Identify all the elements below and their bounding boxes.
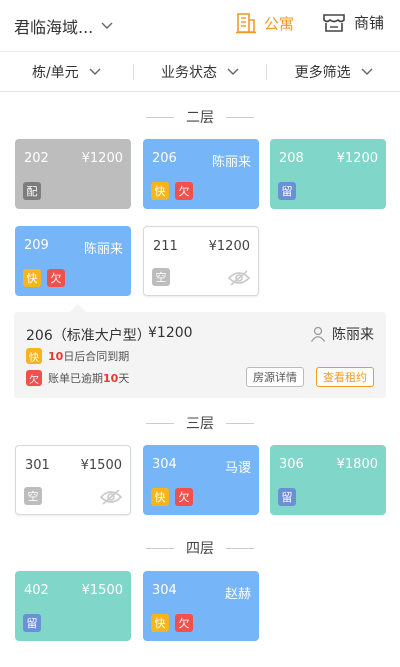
tag-vacant: 空 xyxy=(24,487,42,505)
divider xyxy=(226,547,254,549)
overdue-suffix: 天 xyxy=(118,372,130,385)
room-tenant: 赵赫 xyxy=(224,587,251,602)
room-price: ¥1200 xyxy=(208,239,250,254)
floor-heading: 四层 xyxy=(0,538,400,558)
building-icon xyxy=(236,13,256,34)
tag-reserved: 留 xyxy=(23,614,41,632)
room-tenant: 陈丽来 xyxy=(83,242,123,257)
divider xyxy=(146,116,174,118)
overdue-days: 10 xyxy=(103,371,119,385)
room-number: 206 xyxy=(152,151,177,166)
expire-days: 10 xyxy=(48,349,64,363)
room-number: 211 xyxy=(153,239,178,254)
detail-price: ¥1200 xyxy=(148,325,193,341)
room-number: 301 xyxy=(25,458,50,473)
filter-building[interactable]: 栋/单元 xyxy=(0,62,133,82)
room-card-301[interactable]: 301 ¥1500 空 xyxy=(15,445,131,515)
chevron-down-icon xyxy=(227,68,239,75)
divider xyxy=(226,116,254,118)
room-card-211[interactable]: 211 ¥1200 空 xyxy=(143,226,259,296)
filter-bar: 栋/单元 业务状态 更多筛选 xyxy=(0,52,400,92)
room-price: ¥1200 xyxy=(336,151,378,166)
project-name: 君临海域... xyxy=(14,18,94,37)
detail-room-type: 206（标准大户型） xyxy=(26,328,151,344)
tag-expiring: 快 xyxy=(151,182,169,200)
filter-more[interactable]: 更多筛选 xyxy=(267,62,400,82)
room-card-402[interactable]: 402 ¥1500 留 xyxy=(15,571,131,641)
detail-expire-line: 快 10 日后合同到期 xyxy=(26,348,129,364)
tab-apartment-label: 公寓 xyxy=(264,14,295,33)
project-selector[interactable]: 君临海域... xyxy=(14,14,113,38)
room-card-206[interactable]: 206 陈丽来 快 欠 xyxy=(143,139,259,209)
tag-expiring: 快 xyxy=(26,348,42,364)
tag-expiring: 快 xyxy=(151,488,169,506)
floor-title: 二层 xyxy=(186,110,214,126)
room-card-304[interactable]: 304 马谡 快 欠 xyxy=(143,445,259,515)
room-card-202[interactable]: 202 ¥1200 配 xyxy=(15,139,131,209)
tag-expiring: 快 xyxy=(23,269,41,287)
room-tenant: 马谡 xyxy=(224,461,251,476)
room-number: 209 xyxy=(24,238,49,253)
floor-heading: 二层 xyxy=(0,107,400,127)
room-tenant: 陈丽来 xyxy=(211,155,251,170)
tag-furnish: 配 xyxy=(23,182,41,200)
room-number: 306 xyxy=(279,457,304,472)
tag-vacant: 空 xyxy=(152,268,170,286)
room-price: ¥1500 xyxy=(81,583,123,598)
tag-expiring: 快 xyxy=(151,614,169,632)
store-icon xyxy=(323,13,345,32)
room-detail-panel: 206（标准大户型） ¥1200 陈丽来 快 10 日后合同到期 欠 账单已逾期… xyxy=(14,304,386,398)
overdue-prefix: 账单已逾期 xyxy=(48,372,103,385)
tag-overdue: 欠 xyxy=(175,488,193,506)
tab-shop-label: 商铺 xyxy=(354,14,385,32)
tag-overdue: 欠 xyxy=(47,269,65,287)
room-details-button[interactable]: 房源详情 xyxy=(246,367,304,387)
floor-heading: 三层 xyxy=(0,413,400,433)
room-price: ¥1500 xyxy=(80,458,122,473)
tag-overdue: 欠 xyxy=(175,182,193,200)
room-number: 304 xyxy=(152,457,177,472)
view-lease-button[interactable]: 查看租约 xyxy=(316,367,374,387)
tab-apartment[interactable]: 公寓 xyxy=(236,12,294,34)
room-price: ¥1800 xyxy=(336,457,378,472)
filter-more-label: 更多筛选 xyxy=(294,64,351,81)
user-icon xyxy=(310,326,326,342)
room-card-209[interactable]: 209 陈丽来 快 欠 xyxy=(15,226,131,296)
tag-overdue: 欠 xyxy=(26,370,42,386)
tag-overdue: 欠 xyxy=(175,614,193,632)
top-bar: 君临海域... 公寓 商铺 xyxy=(0,0,400,52)
room-card-208[interactable]: 208 ¥1200 留 xyxy=(270,139,386,209)
room-number: 208 xyxy=(279,151,304,166)
detail-tenant: 陈丽来 xyxy=(310,324,374,344)
filter-status[interactable]: 业务状态 xyxy=(134,62,267,82)
room-number: 402 xyxy=(24,583,49,598)
expire-text: 日后合同到期 xyxy=(63,350,130,363)
eye-slash-icon[interactable] xyxy=(228,270,250,286)
tag-reserved: 留 xyxy=(278,182,296,200)
divider xyxy=(146,422,174,424)
tag-reserved: 留 xyxy=(278,488,296,506)
detail-tenant-name: 陈丽来 xyxy=(332,327,374,343)
floor-title: 三层 xyxy=(186,416,214,432)
room-card-306[interactable]: 306 ¥1800 留 xyxy=(270,445,386,515)
chevron-down-icon xyxy=(361,68,373,75)
room-number: 304 xyxy=(152,583,177,598)
tab-shop[interactable]: 商铺 xyxy=(322,12,384,33)
room-price: ¥1200 xyxy=(81,151,123,166)
floor-title: 四层 xyxy=(186,541,214,557)
detail-overdue-line: 欠 账单已逾期 10 天 xyxy=(26,370,129,386)
room-number: 202 xyxy=(24,151,49,166)
chevron-down-icon xyxy=(89,68,101,75)
pointer-arrow xyxy=(70,304,86,312)
divider xyxy=(146,547,174,549)
filter-building-label: 栋/单元 xyxy=(31,64,79,81)
divider xyxy=(226,422,254,424)
chevron-down-icon xyxy=(101,22,113,29)
filter-status-label: 业务状态 xyxy=(161,64,217,81)
room-card-304-floor4[interactable]: 304 赵赫 快 欠 xyxy=(143,571,259,641)
eye-slash-icon[interactable] xyxy=(100,489,122,505)
